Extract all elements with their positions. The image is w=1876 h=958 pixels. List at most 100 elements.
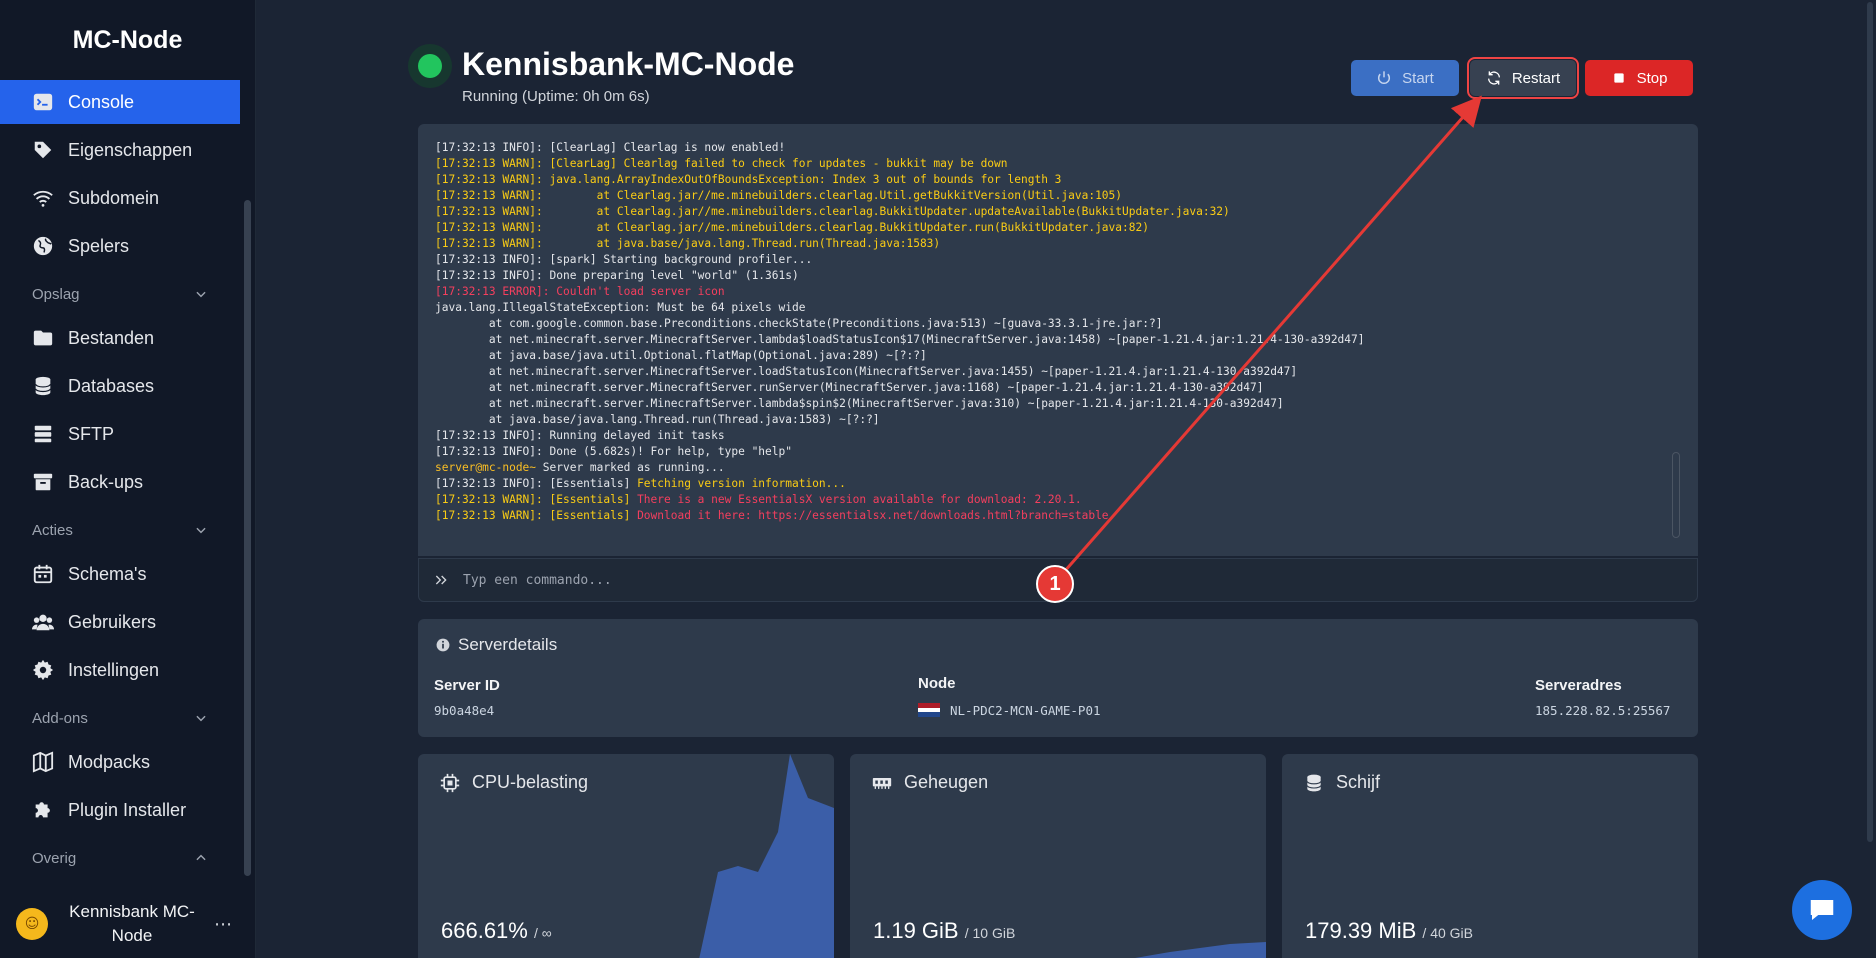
sidebar-item-plugin-installer[interactable]: Plugin Installer — [0, 788, 240, 832]
details-title-text: Serverdetails — [458, 635, 558, 654]
sidebar-nav: Console Eigenschappen Subdomein Spelers … — [0, 80, 255, 880]
stop-button[interactable]: Stop — [1585, 60, 1693, 96]
sidebar-item-schemas[interactable]: Schema's — [0, 552, 240, 596]
cpu-card-title: CPU-belasting — [440, 772, 588, 793]
disk-value: 179.39 MiB / 40 GiB — [1305, 918, 1473, 944]
info-icon — [436, 638, 450, 652]
restart-button[interactable]: Restart — [1467, 57, 1579, 99]
console-line: [17:32:13 INFO]: [ClearLag] Clearlag is … — [435, 141, 786, 154]
console-scrollbar[interactable] — [1672, 452, 1680, 538]
console-line: [17:32:13 ERROR]: Couldn't load server i… — [435, 285, 725, 298]
users-icon — [32, 611, 54, 633]
calendar-icon — [32, 563, 54, 585]
console-line: java.lang.IllegalStateException: Must be… — [435, 301, 806, 314]
disk-card: Schijf 179.39 MiB / 40 GiB — [1282, 754, 1698, 958]
start-button[interactable]: Start — [1351, 60, 1459, 96]
gear-icon — [32, 659, 54, 681]
page-title: Kennisbank-MC-Node — [462, 46, 795, 82]
console-line: at net.minecraft.server.MinecraftServer.… — [435, 397, 1284, 410]
map-icon — [32, 751, 54, 773]
netherlands-flag-icon — [918, 703, 940, 717]
console-line: [17:32:13 INFO]: Done preparing level "w… — [435, 269, 799, 282]
sidebar-item-modpacks[interactable]: Modpacks — [0, 740, 240, 784]
server-address-value[interactable]: 185.228.82.5:25567 — [1535, 703, 1670, 718]
sidebar-item-back-ups[interactable]: Back-ups — [0, 460, 240, 504]
sidebar-item-label: Modpacks — [68, 751, 151, 772]
user-name-line2: Node — [111, 926, 153, 945]
disk-limit-text: / 40 GiB — [1422, 925, 1474, 941]
sidebar-item-label: Spelers — [68, 235, 130, 256]
chevron-down-icon — [196, 527, 206, 534]
section-label: Acties — [32, 521, 73, 539]
section-label: Overig — [32, 849, 77, 867]
page-scrollbar[interactable] — [1864, 0, 1876, 958]
chevron-down-icon — [196, 291, 206, 298]
console-line: at com.google.common.base.Preconditions.… — [435, 317, 1163, 330]
sidebar-item-label: Subdomein — [68, 187, 160, 208]
restart-label: Restart — [1511, 69, 1561, 87]
console-line: at net.minecraft.server.MinecraftServer.… — [435, 333, 1365, 346]
console-line: at java.base/java.lang.Thread.run(Thread… — [435, 413, 880, 426]
console-line: at java.base/java.util.Optional.flatMap(… — [435, 349, 927, 362]
database-icon — [32, 375, 54, 397]
sidebar-item-label: SFTP — [68, 423, 115, 444]
server-status-indicator — [408, 44, 452, 88]
uptime-status: Running (Uptime: 0h 0m 6s) — [462, 88, 650, 105]
console-line: [17:32:13 WARN]: java.lang.ArrayIndexOut… — [435, 173, 1062, 186]
section-add-ons[interactable]: Add-ons — [0, 696, 256, 740]
chevrons-right-icon — [435, 575, 447, 585]
avatar[interactable]: ☺ — [16, 908, 48, 940]
sidebar-item-console[interactable]: Console — [0, 80, 240, 124]
console-line: [17:32:13 WARN]: [ClearLag] Clearlag fai… — [435, 157, 1008, 170]
cpu-value: 666.61% / ∞ — [441, 918, 552, 944]
console-line: [17:32:13 WARN]: [Essentials] Download i… — [435, 509, 1109, 522]
folder-icon — [32, 327, 54, 349]
chat-button[interactable] — [1792, 880, 1852, 940]
sidebar-item-spelers[interactable]: Spelers — [0, 224, 240, 268]
sidebar-item-subdomein[interactable]: Subdomein — [0, 176, 240, 220]
server-details-title: Serverdetails — [436, 635, 557, 655]
chevron-up-icon — [196, 854, 206, 861]
sidebar: MC-Node Console Eigenschappen Subdomein … — [0, 0, 256, 958]
section-acties[interactable]: Acties — [0, 508, 256, 552]
sidebar-item-gebruikers[interactable]: Gebruikers — [0, 600, 240, 644]
sidebar-item-sftp[interactable]: SFTP — [0, 412, 240, 456]
cpu-value-text: 666.61% — [441, 918, 528, 943]
console-line: [17:32:13 INFO]: Running delayed init ta… — [435, 429, 725, 442]
memory-icon — [872, 777, 892, 789]
running-dot-icon — [418, 54, 442, 78]
console-line: server@mc-node~ Server marked as running… — [435, 461, 725, 474]
console-line: [17:32:13 INFO]: [Essentials] Fetching v… — [435, 477, 846, 490]
memory-card: Geheugen 1.19 GiB / 10 GiB — [850, 754, 1266, 958]
section-label: Opslag — [32, 285, 80, 303]
archive-icon — [32, 471, 54, 493]
sidebar-item-label: Back-ups — [68, 471, 144, 492]
node-value: NL-PDC2-MCN-GAME-P01 — [918, 703, 1101, 718]
more-options-icon[interactable]: ⋯ — [214, 914, 233, 935]
tag-icon — [32, 139, 54, 161]
sidebar-item-bestanden[interactable]: Bestanden — [0, 316, 240, 360]
console-line: [17:32:13 INFO]: Done (5.682s)! For help… — [435, 445, 792, 458]
sidebar-scrollbar[interactable] — [244, 200, 251, 876]
sidebar-item-instellingen[interactable]: Instellingen — [0, 648, 240, 692]
page-scrollbar-thumb[interactable] — [1867, 2, 1873, 842]
sidebar-item-eigenschappen[interactable]: Eigenschappen — [0, 128, 240, 172]
console-output[interactable]: [17:32:13 INFO]: [ClearLag] Clearlag is … — [418, 124, 1698, 556]
start-label: Start — [1402, 69, 1434, 87]
globe-icon — [32, 235, 54, 257]
brand-logo[interactable]: MC-Node — [0, 0, 255, 80]
sidebar-item-databases[interactable]: Databases — [0, 364, 240, 408]
annotation-badge: 1 — [1036, 565, 1074, 603]
sidebar-item-label: Console — [68, 91, 135, 112]
chevron-down-icon — [196, 715, 206, 722]
cpu-chip-icon — [440, 773, 460, 792]
sidebar-item-label: Databases — [68, 375, 155, 396]
disk-card-title: Schijf — [1304, 772, 1380, 793]
power-icon — [1378, 71, 1391, 84]
user-menu[interactable]: ☺ Kennisbank MC- Node ⋯ — [0, 894, 256, 954]
section-opslag[interactable]: Opslag — [0, 272, 256, 316]
user-name-line1: Kennisbank MC- — [69, 902, 195, 921]
section-overig[interactable]: Overig — [0, 836, 256, 880]
server-stack-icon — [32, 423, 54, 445]
sidebar-item-label: Instellingen — [68, 659, 160, 680]
